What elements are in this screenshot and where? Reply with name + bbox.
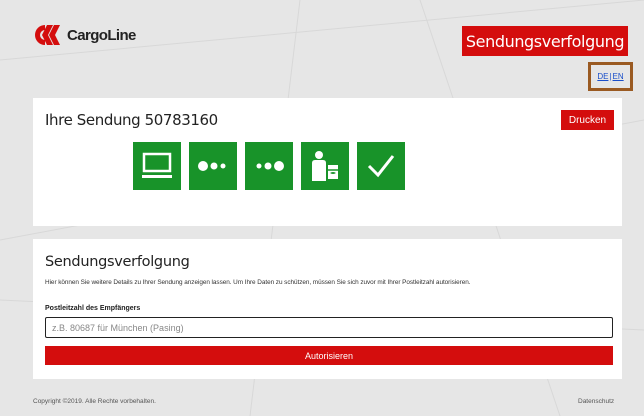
step-in-transit-1	[189, 142, 237, 190]
checkmark-icon	[367, 155, 395, 178]
step-in-transit-2	[245, 142, 293, 190]
shipment-status-steps	[133, 142, 413, 190]
tracking-heading: Sendungsverfolgung	[45, 254, 190, 270]
print-button[interactable]: Drucken	[561, 110, 614, 130]
delivery-person-icon	[312, 151, 338, 181]
lang-de-link[interactable]: DE	[597, 72, 608, 81]
zip-label: Postleitzahl des Empfängers	[45, 305, 141, 312]
cargoline-logo-icon	[35, 25, 60, 45]
lang-separator: |	[609, 72, 612, 81]
dots-right-icon	[256, 161, 284, 171]
step-delivered	[357, 142, 405, 190]
zip-input[interactable]	[45, 317, 613, 338]
privacy-link[interactable]: Datenschutz	[578, 398, 614, 405]
lang-en-link[interactable]: EN	[613, 72, 624, 81]
footer-copyright: Copyright ©2019. Alle Rechte vorbehalten…	[33, 398, 156, 405]
monitor-icon	[142, 152, 172, 178]
step-out-for-delivery	[301, 142, 349, 190]
brand-name: CargoLine	[67, 26, 136, 44]
shipment-card: Ihre Sendung 50783160 Drucken	[33, 98, 622, 226]
cargoline-logo[interactable]: CargoLine	[34, 24, 136, 46]
page-title: Sendungsverfolgung	[462, 26, 628, 56]
dots-left-icon	[198, 161, 226, 171]
step-order-received	[133, 142, 181, 190]
authorize-button[interactable]: Autorisieren	[45, 346, 613, 365]
tracking-description: Hier können Sie weitere Details zu Ihrer…	[45, 279, 471, 286]
tracking-auth-card: Sendungsverfolgung Hier können Sie weite…	[33, 239, 622, 379]
shipment-title: Ihre Sendung 50783160	[45, 111, 218, 129]
language-switcher: DE | EN	[588, 62, 633, 91]
site-header: CargoLine Sendungsverfolgung DE | EN	[0, 0, 644, 92]
